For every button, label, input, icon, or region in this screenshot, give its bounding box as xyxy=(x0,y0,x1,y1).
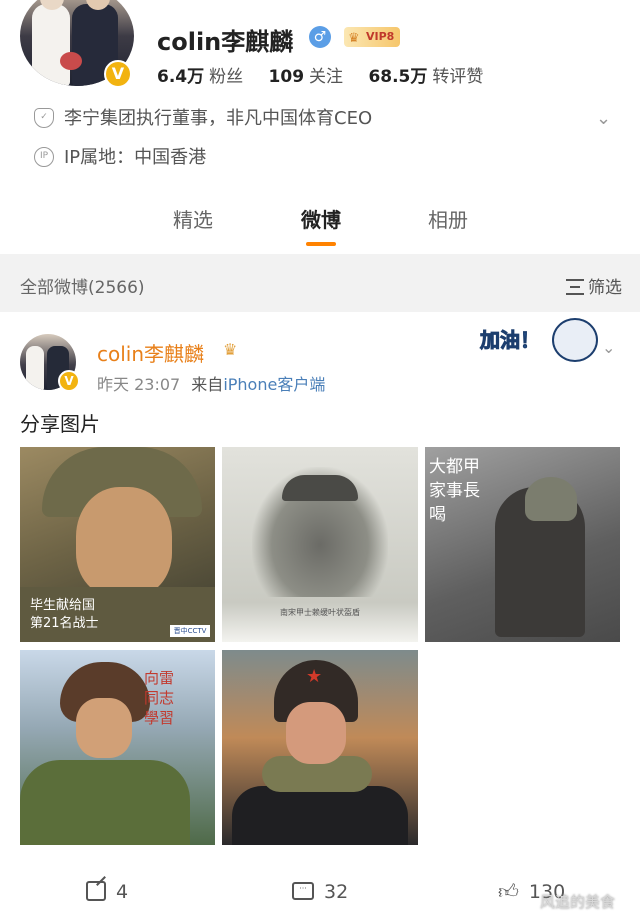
share-count: 4 xyxy=(116,881,129,903)
post-image-3[interactable]: 大都甲 家事長 喝 xyxy=(425,447,620,642)
stat-following[interactable]: 109 关注 xyxy=(269,62,344,87)
active-tab-indicator xyxy=(306,242,336,246)
post-text: 分享图片 xyxy=(20,412,100,436)
image-3-calligraphy: 大都甲 家事長 喝 xyxy=(429,457,480,525)
post-image-2[interactable]: 南宋甲士赖缓叶状盔盾 xyxy=(222,447,418,642)
image-1-badge: 晋中CCTV xyxy=(170,625,210,637)
post-image-5[interactable]: ★ xyxy=(222,650,418,845)
vip-badge[interactable]: ♛ VIP8 xyxy=(344,27,400,47)
red-star-icon: ★ xyxy=(306,666,323,687)
profile-tabs: 精选 微博 相册 xyxy=(0,204,640,246)
team-logo-icon xyxy=(552,318,598,362)
image-4-calligraphy: 向雷 同志 學習 xyxy=(144,669,175,727)
post-author-name[interactable]: colin李麒麟 xyxy=(97,338,204,367)
image-2-caption: 南宋甲士赖缓叶状盔盾 xyxy=(280,608,360,617)
tab-featured[interactable]: 精选 xyxy=(173,204,213,233)
stat-followers-label: 粉丝 xyxy=(209,67,244,87)
filter-icon xyxy=(566,278,584,295)
stat-following-num: 109 xyxy=(268,67,305,87)
chevron-down-icon[interactable]: ⌄ xyxy=(602,338,620,357)
chevron-down-icon[interactable]: ⌄ xyxy=(596,108,618,130)
post-count-label: 全部微博(2566) xyxy=(20,278,145,298)
post-meta: 昨天 23:07 来自iPhone客户端 xyxy=(97,371,325,395)
male-icon: ♂ xyxy=(309,26,331,48)
ip-location-text: IP属地：中国香港 xyxy=(64,147,207,168)
crown-icon: ♛ xyxy=(223,340,238,359)
post-image-1[interactable]: 毕生献给国 第21名战士 晋中CCTV xyxy=(20,447,215,642)
crown-icon: ♛ xyxy=(348,31,360,46)
post-source-prefix: 来自 xyxy=(191,375,224,394)
filter-label: 筛选 xyxy=(588,278,622,298)
post-time: 昨天 23:07 xyxy=(97,375,181,394)
stat-interactions-label: 转评赞 xyxy=(432,67,484,87)
cheer-sticker: 加油！ xyxy=(480,318,600,362)
profile-header: V colin李麒麟 ♂ ♛ VIP8 6.4万 粉丝 109 关注 68.5万 转评… xyxy=(0,0,640,254)
ip-row: IP IP属地：中国香港 xyxy=(34,143,206,173)
filter-bar: 全部微博(2566) 筛选 xyxy=(0,260,640,308)
thumbs-up-icon: 👍︎ xyxy=(498,878,519,903)
site-watermark: 风追的美食 xyxy=(540,893,616,911)
stat-following-label: 关注 xyxy=(309,67,344,87)
shield-icon: ✓ xyxy=(34,107,54,128)
bio-row: ✓ 李宁集团执行董事，非凡中国体育CEO xyxy=(34,104,372,134)
image-1-calligraphy: 毕生献给国 第21名战士 xyxy=(30,598,99,631)
post-image-4[interactable]: 向雷 同志 學習 xyxy=(20,650,215,845)
share-button[interactable]: 4 xyxy=(86,881,128,903)
comment-button[interactable]: ··· 32 xyxy=(292,881,348,903)
tab-album[interactable]: 相册 xyxy=(428,204,468,233)
filter-button[interactable]: 筛选 xyxy=(566,273,622,298)
share-icon xyxy=(86,881,106,901)
stat-followers-num: 6.4万 xyxy=(157,67,205,87)
verified-v-icon: V xyxy=(58,370,80,392)
stat-followers[interactable]: 6.4万 粉丝 xyxy=(157,62,243,87)
weibo-post: V colin李麒麟 ♛ 昨天 23:07 来自iPhone客户端 加油！ ⌄ … xyxy=(0,312,640,924)
profile-stats: 6.4万 粉丝 109 关注 68.5万 转评赞 xyxy=(157,62,503,88)
vip-label: VIP8 xyxy=(366,30,395,43)
profile-username: colin李麒麟 xyxy=(157,28,294,56)
bio-text: 李宁集团执行董事，非凡中国体育CEO xyxy=(64,108,373,129)
comment-count: 32 xyxy=(324,881,349,903)
verified-v-icon: V xyxy=(104,60,132,88)
post-device[interactable]: iPhone客户端 xyxy=(223,375,325,394)
stat-interactions[interactable]: 68.5万 转评赞 xyxy=(368,62,483,87)
stat-interactions-num: 68.5万 xyxy=(368,67,428,87)
tab-weibo[interactable]: 微博 xyxy=(301,204,341,233)
comment-icon: ··· xyxy=(292,882,314,900)
ip-icon: IP xyxy=(34,146,54,167)
sticker-text: 加油！ xyxy=(480,328,541,353)
